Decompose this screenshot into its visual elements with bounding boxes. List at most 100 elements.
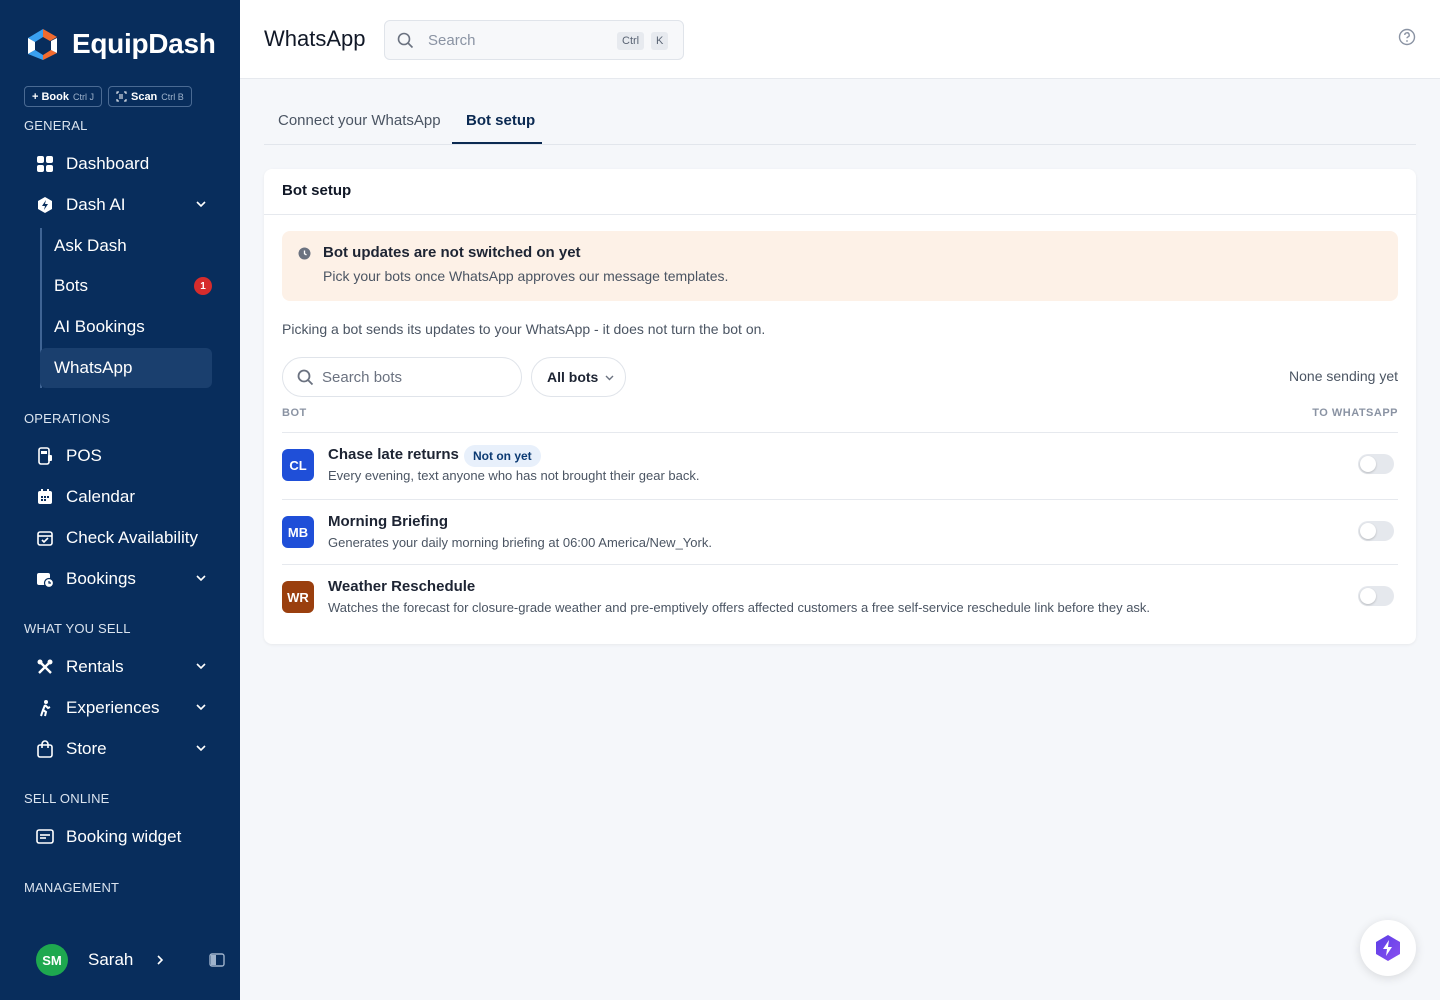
avatar: SM — [36, 944, 68, 976]
section-sell-online: SELL ONLINE — [24, 791, 110, 806]
status-alert: Bot updates are not switched on yet Pick… — [282, 231, 1398, 301]
sidebar: EquipDash + Book Ctrl J Scan Ctrl B GENE… — [0, 0, 240, 1000]
calendar-icon — [36, 488, 54, 506]
page-title: WhatsApp — [264, 26, 366, 51]
sidebar-item-dash-ai[interactable]: Dash AI — [24, 186, 216, 224]
search-placeholder: Search — [428, 31, 476, 49]
printer-icon — [36, 447, 54, 465]
alert-body: Pick your bots once WhatsApp approves ou… — [323, 268, 729, 284]
shopping-bag-icon — [36, 740, 54, 758]
bots-count-badge: 1 — [194, 277, 212, 295]
sidebar-item-experiences[interactable]: Experiences — [24, 689, 216, 727]
calendar-clock-icon — [36, 570, 54, 588]
whatsapp-toggle[interactable] — [1358, 521, 1394, 541]
hint-text: Picking a bot sends its updates to your … — [282, 321, 766, 337]
hiker-icon — [36, 699, 54, 717]
chevron-down-icon[interactable] — [194, 197, 208, 211]
sidebar-item-whatsapp[interactable]: WhatsApp — [40, 348, 212, 388]
tab-bot-setup[interactable]: Bot setup — [466, 112, 535, 129]
column-header-to-whatsapp: TO WHATSAPP — [1312, 407, 1398, 419]
book-button[interactable]: + Book Ctrl J — [24, 86, 102, 107]
widget-icon — [36, 828, 54, 846]
app-name: EquipDash — [72, 28, 216, 59]
chevron-down-icon[interactable] — [194, 700, 208, 714]
active-tab-indicator — [452, 142, 542, 144]
sidebar-item-check-availability[interactable]: Check Availability — [24, 519, 216, 557]
bot-avatar: WR — [282, 581, 314, 613]
chevron-down-icon[interactable] — [194, 571, 208, 585]
sidebar-item-calendar[interactable]: Calendar — [24, 478, 216, 516]
column-header-bot: BOT — [282, 407, 307, 419]
bot-filter-select[interactable]: All bots — [531, 357, 626, 397]
sidebar-item-label: Ask Dash — [54, 236, 127, 255]
sending-status: None sending yet — [1289, 368, 1398, 384]
equipdash-logo-icon — [28, 29, 57, 60]
calendar-check-icon — [36, 529, 54, 547]
chevron-down-icon[interactable] — [194, 741, 208, 755]
tab-connect-whatsapp[interactable]: Connect your WhatsApp — [278, 112, 441, 129]
sidebar-item-label: Bookings — [66, 569, 136, 588]
help-icon[interactable] — [1398, 28, 1416, 46]
clock-icon — [298, 247, 311, 260]
chevron-down-icon — [605, 375, 614, 380]
kbd-ctrl: Ctrl — [617, 32, 645, 50]
bot-name: Morning Briefing — [328, 513, 448, 530]
sidebar-item-label: Booking widget — [66, 827, 182, 846]
sidebar-item-store[interactable]: Store — [24, 730, 216, 768]
sidebar-item-label: AI Bookings — [54, 317, 145, 336]
whatsapp-toggle[interactable] — [1358, 454, 1394, 474]
dashboard-icon — [36, 155, 54, 173]
sidebar-item-pos[interactable]: POS — [24, 437, 216, 475]
status-badge: Not on yet — [464, 445, 541, 467]
bot-avatar: MB — [282, 516, 314, 548]
sidebar-item-rentals[interactable]: Rentals — [24, 648, 216, 686]
search-icon — [397, 32, 414, 48]
top-header: WhatsApp Search Ctrl K — [240, 0, 1440, 79]
bot-search-input[interactable]: Search bots — [282, 357, 522, 397]
book-label: + Book — [32, 90, 69, 103]
chevron-right-icon — [157, 955, 164, 965]
sidebar-item-label: Check Availability — [66, 528, 198, 547]
book-shortcut: Ctrl J — [72, 91, 94, 102]
whatsapp-toggle[interactable] — [1358, 586, 1394, 606]
scan-shortcut: Ctrl B — [161, 91, 184, 102]
dash-ai-fab[interactable] — [1360, 920, 1416, 976]
sidebar-item-label: Store — [66, 739, 107, 758]
filter-label: All bots — [547, 369, 599, 385]
alert-title: Bot updates are not switched on yet — [323, 244, 581, 261]
search-icon — [297, 369, 314, 385]
user-menu[interactable]: SM Sarah — [36, 944, 167, 976]
bot-description: Watches the forecast for closure-grade w… — [328, 600, 1151, 615]
scan-icon — [116, 91, 127, 102]
section-operations: OPERATIONS — [24, 411, 111, 426]
bot-row: CL Chase late returns Not on yet Every e… — [282, 432, 1398, 497]
bot-description: Generates your daily morning briefing at… — [328, 535, 712, 550]
section-management: MANAGEMENT — [24, 880, 120, 895]
bot-avatar: CL — [282, 449, 314, 481]
collapse-sidebar-icon[interactable] — [209, 953, 225, 967]
sidebar-item-ask-dash[interactable]: Ask Dash — [40, 226, 212, 266]
scan-label: Scan — [130, 90, 158, 103]
logo[interactable]: EquipDash — [24, 26, 216, 62]
sidebar-item-bookings[interactable]: Bookings — [24, 560, 216, 598]
sidebar-item-label: Bots — [54, 276, 89, 295]
section-general: GENERAL — [24, 118, 88, 133]
bot-row: MB Morning Briefing Generates your daily… — [282, 499, 1398, 564]
sidebar-item-bots[interactable]: Bots 1 — [40, 266, 212, 306]
sidebar-item-dashboard[interactable]: Dashboard — [24, 145, 216, 183]
tools-icon — [36, 658, 54, 676]
bot-row: WR Weather Reschedule Watches the foreca… — [282, 564, 1398, 629]
tab-bar: Connect your WhatsApp Bot setup — [264, 100, 1416, 145]
sidebar-item-booking-widget[interactable]: Booking widget — [24, 818, 216, 856]
sidebar-item-label: Calendar — [66, 487, 135, 506]
sidebar-item-ai-bookings[interactable]: AI Bookings — [40, 307, 212, 347]
bot-name: Weather Reschedule — [328, 578, 476, 595]
hexagon-bolt-icon — [36, 196, 54, 214]
scan-button[interactable]: Scan Ctrl B — [107, 86, 192, 107]
card-title: Bot setup — [264, 169, 1416, 215]
sidebar-item-label: POS — [66, 446, 102, 465]
section-what-you-sell: WHAT YOU SELL — [24, 621, 131, 636]
bot-search-placeholder: Search bots — [322, 368, 403, 386]
global-search-input[interactable]: Search Ctrl K — [384, 20, 684, 60]
chevron-down-icon[interactable] — [194, 659, 208, 673]
